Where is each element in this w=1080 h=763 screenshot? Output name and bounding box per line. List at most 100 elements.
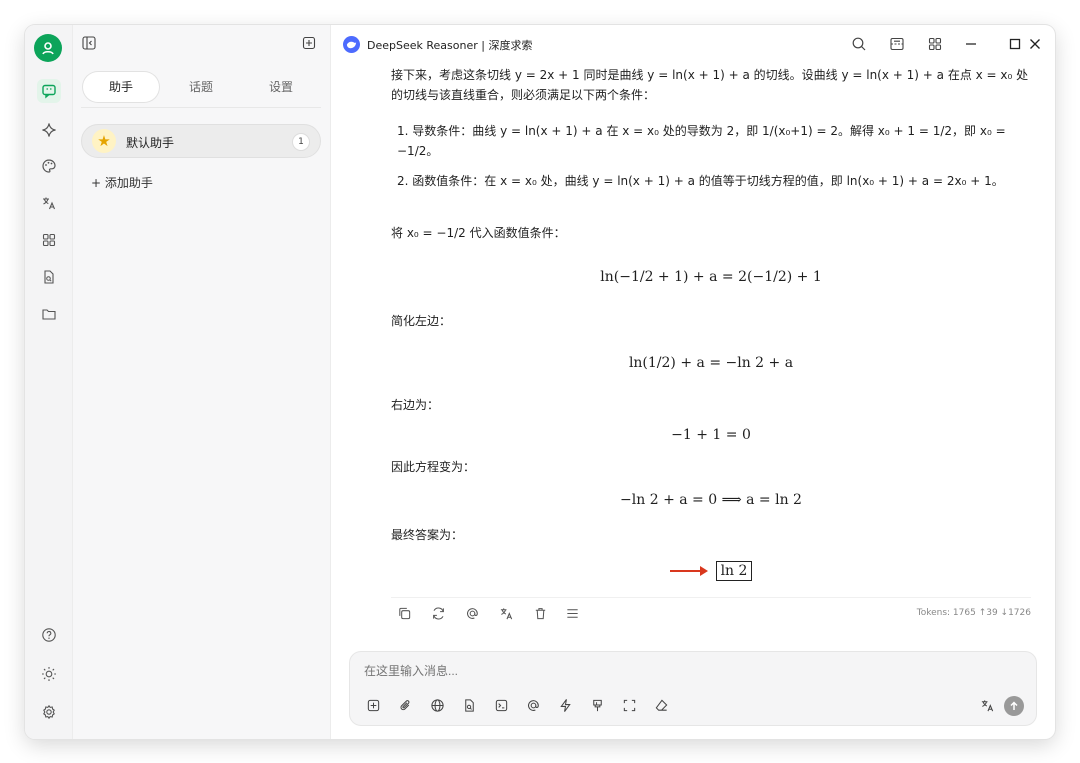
settings-button[interactable] bbox=[37, 700, 61, 724]
message-input[interactable] bbox=[364, 664, 964, 678]
file-search-icon bbox=[464, 698, 474, 712]
tab-settings[interactable]: 设置 bbox=[243, 72, 319, 102]
app-window: 助手 话题 设置 ★ 默认助手 1 + 添加助手 DeepSeek Reason… bbox=[25, 25, 1055, 739]
more-menu-button[interactable] bbox=[563, 604, 581, 622]
layout-toggle-button[interactable] bbox=[887, 34, 907, 54]
apps-nav-button[interactable] bbox=[37, 228, 61, 252]
eraser-button[interactable] bbox=[652, 696, 670, 714]
copy-button[interactable] bbox=[395, 604, 413, 622]
eraser-icon bbox=[655, 699, 667, 711]
add-assistant-button[interactable]: + 添加助手 bbox=[91, 174, 153, 191]
close-icon bbox=[1030, 39, 1040, 49]
tab-assistants[interactable]: 助手 bbox=[83, 72, 159, 102]
quick-phrase-button[interactable] bbox=[556, 696, 574, 714]
chat-main: DeepSeek Reasoner | 深度求索 接下来，考虑这条切线 y = bbox=[331, 25, 1055, 739]
translate-icon bbox=[43, 197, 56, 210]
user-icon bbox=[42, 42, 54, 55]
collapse-sidebar-button[interactable] bbox=[79, 33, 99, 53]
knowledge-base-button[interactable] bbox=[460, 696, 478, 714]
search-icon bbox=[852, 37, 866, 51]
trash-icon bbox=[535, 607, 545, 619]
red-arrow-annotation bbox=[669, 566, 708, 576]
final-answer-label: 最终答案为： bbox=[391, 528, 464, 542]
topic-count-badge: 1 bbox=[292, 133, 310, 151]
message-actions: Tokens: 1765 ↑39 ↓1726 bbox=[391, 597, 1031, 627]
maximize-button[interactable] bbox=[1005, 34, 1025, 54]
equation-substitution: ln(−1/2 + 1) + a = 2(−1/2) + 1 bbox=[600, 269, 822, 285]
folder-icon bbox=[42, 309, 56, 320]
refresh-icon bbox=[432, 607, 444, 619]
palette-icon bbox=[42, 159, 56, 173]
grid-icon bbox=[42, 233, 56, 247]
copy-icon bbox=[398, 607, 410, 619]
lightning-icon bbox=[559, 698, 571, 712]
translate-nav-button[interactable] bbox=[37, 191, 61, 215]
assistant-message: 接下来，考虑这条切线 y = 2x + 1 同时是曲线 y = ln(x + 1… bbox=[391, 63, 1031, 603]
send-button[interactable] bbox=[1004, 696, 1024, 716]
close-button[interactable] bbox=[1025, 34, 1045, 54]
equation-simplified: ln(1/2) + a = −ln 2 + a bbox=[628, 355, 794, 371]
substitute-line: 将 x₀ = −1/2 代入函数值条件： bbox=[391, 226, 566, 240]
expand-icon bbox=[623, 699, 635, 711]
translate-button[interactable] bbox=[497, 604, 515, 622]
translate-icon bbox=[500, 607, 512, 619]
help-icon bbox=[42, 628, 56, 642]
paperclip-icon bbox=[400, 699, 409, 710]
brush-icon bbox=[592, 699, 602, 711]
terminal-icon bbox=[495, 699, 507, 711]
window-title: DeepSeek Reasoner | 深度求索 bbox=[367, 39, 533, 52]
titlebar: DeepSeek Reasoner | 深度求索 bbox=[331, 25, 1055, 63]
folder-nav-button[interactable] bbox=[37, 302, 61, 326]
mention-model-button[interactable] bbox=[524, 696, 542, 714]
sun-icon bbox=[42, 667, 56, 681]
help-button[interactable] bbox=[37, 623, 61, 647]
gear-icon bbox=[43, 704, 55, 720]
chat-nav-button[interactable] bbox=[37, 79, 61, 103]
minimize-button[interactable] bbox=[961, 34, 981, 54]
clear-button[interactable] bbox=[588, 696, 606, 714]
simplify-left-label: 简化左边： bbox=[391, 314, 452, 328]
translate-icon bbox=[981, 699, 993, 711]
attach-button[interactable] bbox=[396, 696, 414, 714]
user-avatar[interactable] bbox=[34, 34, 62, 62]
terminal-button[interactable] bbox=[492, 696, 510, 714]
file-search-icon bbox=[44, 270, 54, 284]
sidebar-collapse-icon bbox=[82, 36, 96, 50]
assistant-item-default[interactable]: ★ 默认助手 1 bbox=[81, 124, 321, 158]
regenerate-button[interactable] bbox=[429, 604, 447, 622]
token-usage: Tokens: 1765 ↑39 ↓1726 bbox=[916, 608, 1031, 618]
icon-rail bbox=[25, 25, 73, 739]
theme-toggle-button[interactable] bbox=[37, 662, 61, 686]
arrow-up-icon bbox=[1010, 701, 1018, 710]
sparkle-icon bbox=[42, 123, 56, 137]
search-button[interactable] bbox=[849, 34, 869, 54]
new-chat-icon bbox=[302, 36, 316, 50]
translate-input-button[interactable] bbox=[978, 696, 996, 714]
new-chat-icon bbox=[367, 699, 379, 711]
sparkle-nav-button[interactable] bbox=[37, 118, 61, 142]
chat-icon bbox=[42, 84, 56, 99]
equation-result: −ln 2 + a = 0 ⟹ a = ln 2 bbox=[620, 492, 802, 508]
menu-icon bbox=[566, 608, 578, 618]
mention-button[interactable] bbox=[463, 604, 481, 622]
expand-button[interactable] bbox=[620, 696, 638, 714]
right-side-label: 右边为： bbox=[391, 398, 440, 412]
tab-topics[interactable]: 话题 bbox=[163, 72, 239, 102]
assistant-name: 默认助手 bbox=[126, 136, 175, 150]
mini-apps-button[interactable] bbox=[925, 34, 945, 54]
new-topic-input-button[interactable] bbox=[364, 696, 382, 714]
delete-button[interactable] bbox=[531, 604, 549, 622]
web-search-button[interactable] bbox=[428, 696, 446, 714]
assistants-panel: 助手 话题 设置 ★ 默认助手 1 + 添加助手 bbox=[73, 25, 331, 739]
condition-derivative: 1. 导数条件：曲线 y = ln(x + 1) + a 在 x = x₀ 处的… bbox=[397, 124, 1006, 158]
layout-icon bbox=[890, 37, 904, 51]
globe-icon bbox=[430, 698, 444, 712]
palette-nav-button[interactable] bbox=[37, 154, 61, 178]
condition-value: 2. 函数值条件：在 x = x₀ 处，曲线 y = ln(x + 1) + a… bbox=[397, 174, 1004, 188]
minimize-icon bbox=[966, 43, 976, 45]
new-topic-button[interactable] bbox=[299, 33, 319, 53]
grid-icon bbox=[928, 37, 942, 51]
file-search-nav-button[interactable] bbox=[37, 265, 61, 289]
deepseek-logo-icon bbox=[343, 36, 360, 53]
final-answer: ln 2 bbox=[391, 559, 1031, 583]
